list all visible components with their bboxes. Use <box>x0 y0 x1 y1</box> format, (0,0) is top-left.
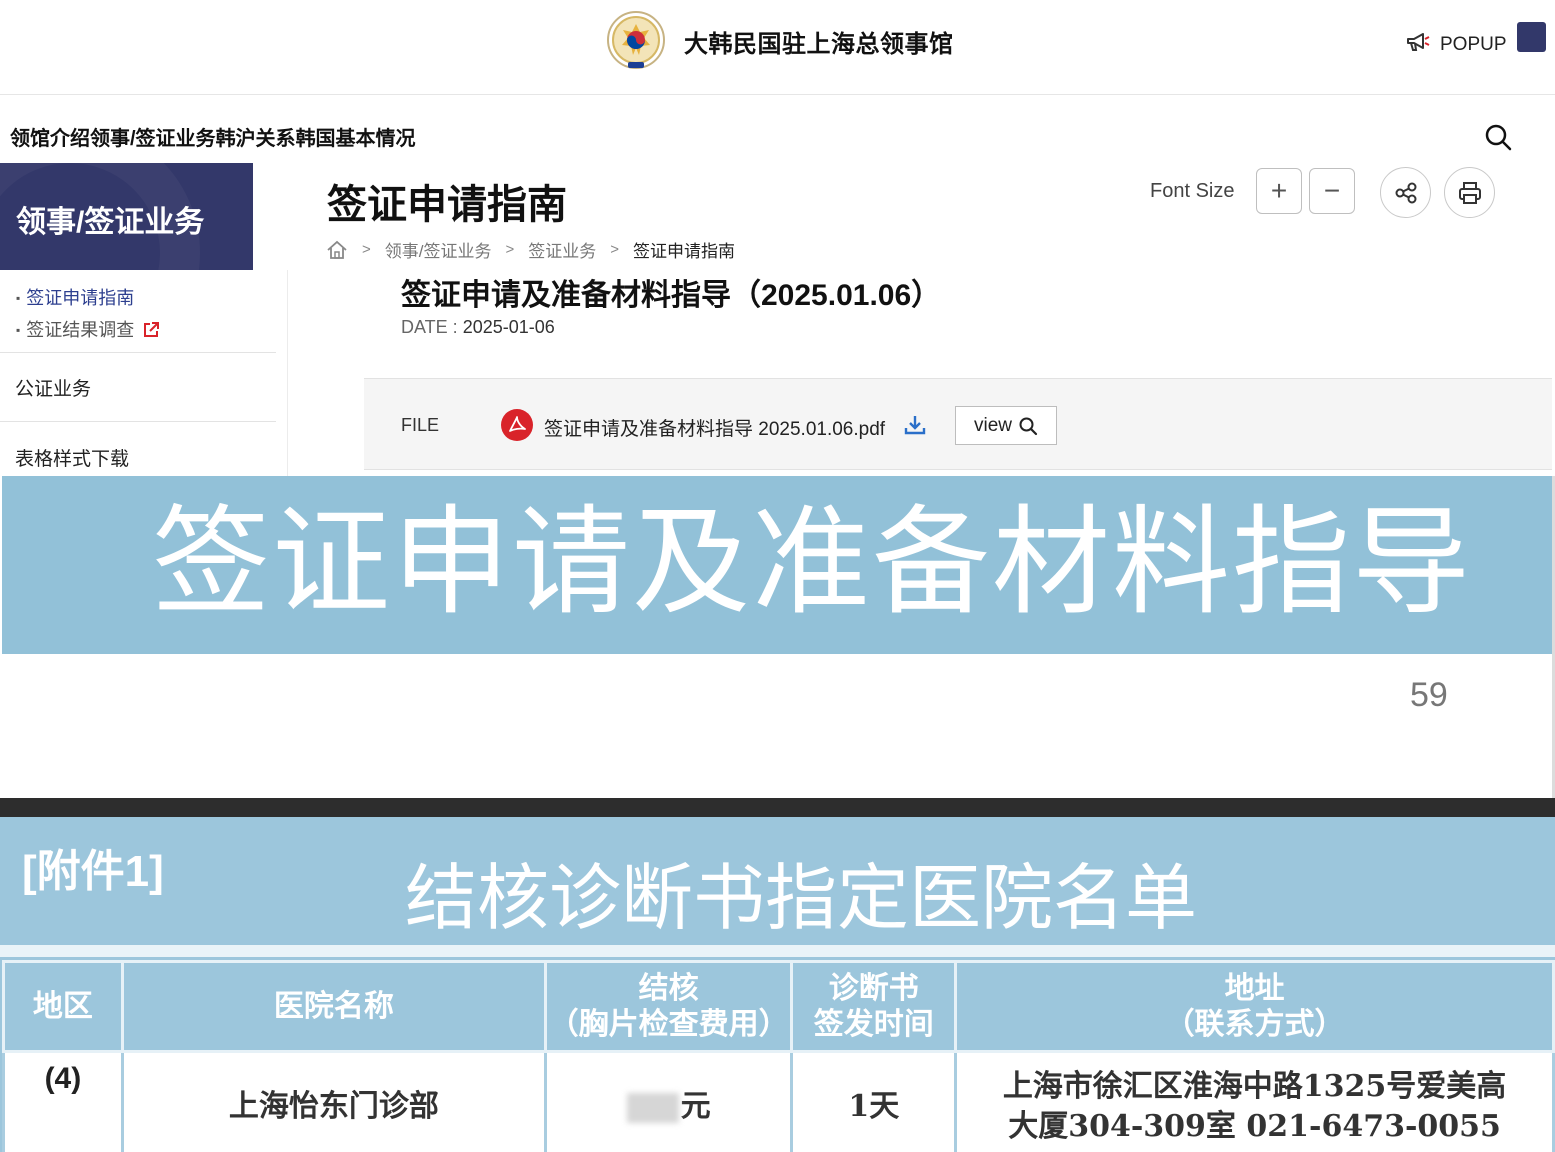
megaphone-icon <box>1407 33 1430 51</box>
share-icon <box>1395 182 1416 203</box>
file-label: FILE <box>401 415 440 435</box>
font-size-label: Font Size <box>1150 180 1235 202</box>
hospital-table: 地区 医院名称 结核 （胸片检查费用） 诊断书 签发时间 地址 （联系方式） (… <box>2 960 1555 1152</box>
address-cell: 上海市徐汇区淮海中路1325号爱美高 大厦304-309室 021-6473-0… <box>954 1050 1555 1152</box>
site-title: 大韩民国驻上海总领事馆 <box>684 30 954 58</box>
issue-time-cell: 1天 <box>790 1050 958 1152</box>
hospital-name-cell: 上海怡东门诊部 <box>120 1050 547 1152</box>
document-banner-image: 签证申请及准备材料指导 <box>2 476 1552 654</box>
top-header: 大韩民国驻上海总领事馆 POPUP <box>0 0 1555 95</box>
sidebar-item-label: 签证结果调查 <box>26 320 135 340</box>
sidebar-item-notary[interactable]: 公证业务 <box>15 374 91 401</box>
pdf-icon <box>501 409 533 441</box>
breadcrumb: > 领事/签证业务 > 签证业务 > 签证申请指南 <box>326 237 735 262</box>
site-brand[interactable]: 大韩民国驻上海总领事馆 <box>606 10 954 72</box>
print-button[interactable] <box>1444 167 1495 218</box>
hospital-list-image: [附件1] 结核诊断书指定医院名单 地区 医院名称 结核 （胸片检查费用） 诊断… <box>0 817 1555 1152</box>
sidebar-divider <box>0 421 276 422</box>
date-value: 2025-01-06 <box>462 317 555 337</box>
sidebar-section-title: 领事/签证业务 <box>16 206 205 239</box>
date-label: DATE : <box>401 317 463 337</box>
table-header-row: 地区 医院名称 结核 （胸片检查费用） 诊断书 签发时间 地址 （联系方式） <box>2 960 1555 1053</box>
gnb-item-about[interactable]: 领馆介绍 <box>10 122 90 151</box>
chevron-right-icon: > <box>505 241 515 258</box>
popup-button[interactable]: POPUP <box>1406 28 1507 56</box>
bullet-icon: ▪ <box>16 291 21 305</box>
main-navigation: 领馆介绍 领事/签证业务 韩沪关系 韩国基本情况 <box>10 122 416 151</box>
chevron-right-icon: > <box>610 241 620 258</box>
popup-count-badge[interactable] <box>1517 22 1546 52</box>
attachment-file-link[interactable]: 签证申请及准备材料指导 2025.01.06.pdf <box>544 414 885 441</box>
fee-cell: 元 <box>543 1050 794 1152</box>
title-divider-strip <box>0 945 1555 957</box>
document-banner-title: 签证申请及准备材料指导 <box>152 497 1473 629</box>
sidebar-section-header: 领事/签证业务 <box>0 163 253 270</box>
post-date: DATE : 2025-01-06 <box>401 317 555 338</box>
sidebar-item-forms-download[interactable]: 表格样式下载 <box>15 444 129 471</box>
external-link-icon <box>144 322 160 337</box>
breadcrumb-current: 签证申请指南 <box>633 242 736 261</box>
consulate-emblem-icon <box>607 11 665 69</box>
hospital-list-title: 结核诊断书指定医院名单 <box>405 859 1198 939</box>
table-header-cell: 结核 （胸片检查费用） <box>543 960 794 1053</box>
sidebar-submenu: ▪ 签证申请指南 ▪ 签证结果调查 <box>16 282 160 346</box>
table-header-cell: 诊断书 签发时间 <box>790 960 958 1053</box>
sidebar-item-label: 签证申请指南 <box>26 288 135 308</box>
sidebar-border <box>287 270 288 476</box>
home-icon[interactable] <box>326 240 348 260</box>
view-label: view <box>973 414 1012 436</box>
printer-icon <box>1458 181 1481 204</box>
table-header-cell: 医院名称 <box>120 960 547 1053</box>
font-increase-button[interactable]: + <box>1256 168 1302 214</box>
search-icon[interactable] <box>1482 121 1514 153</box>
gnb-item-korea-info[interactable]: 韩国基本情况 <box>296 122 416 151</box>
sidebar-item-visa-result[interactable]: ▪ 签证结果调查 <box>16 314 160 346</box>
table-header-cell: 地区 <box>2 960 124 1053</box>
breadcrumb-item[interactable]: 领事/签证业务 <box>385 237 492 262</box>
font-decrease-button[interactable]: − <box>1309 168 1355 214</box>
region-cell: (4) <box>2 1050 124 1152</box>
view-file-button[interactable]: view <box>955 406 1057 445</box>
download-icon[interactable] <box>903 413 927 437</box>
sidebar-item-visa-guide[interactable]: ▪ 签证申请指南 <box>16 282 160 314</box>
chevron-right-icon: > <box>362 241 371 258</box>
page-separator <box>0 798 1555 817</box>
post-title: 签证申请及准备材料指导（2025.01.06） <box>401 279 942 312</box>
table-header-cell: 地址 （联系方式） <box>954 960 1555 1053</box>
table-row: (4) 上海怡东门诊部 元 1天 上海市徐汇区淮海中路1325号爱美高 大厦30… <box>2 1050 1555 1152</box>
page-title: 签证申请指南 <box>327 183 567 227</box>
attachment-number-label: [附件1] <box>22 847 164 896</box>
gnb-item-consular-visa[interactable]: 领事/签证业务 <box>90 122 216 151</box>
fee-unit: 元 <box>680 1088 711 1124</box>
sidebar-divider <box>0 352 276 353</box>
bullet-icon: ▪ <box>16 323 21 337</box>
gnb-item-relations[interactable]: 韩沪关系 <box>216 122 296 151</box>
breadcrumb-item[interactable]: 签证业务 <box>528 237 596 262</box>
document-page-number: 59 <box>1410 676 1448 714</box>
attachment-box: FILE 签证申请及准备材料指导 2025.01.06.pdf view <box>364 378 1552 470</box>
magnifier-icon <box>1019 417 1038 435</box>
redacted-value <box>626 1092 679 1123</box>
popup-label: POPUP <box>1440 34 1507 55</box>
share-button[interactable] <box>1380 167 1431 218</box>
